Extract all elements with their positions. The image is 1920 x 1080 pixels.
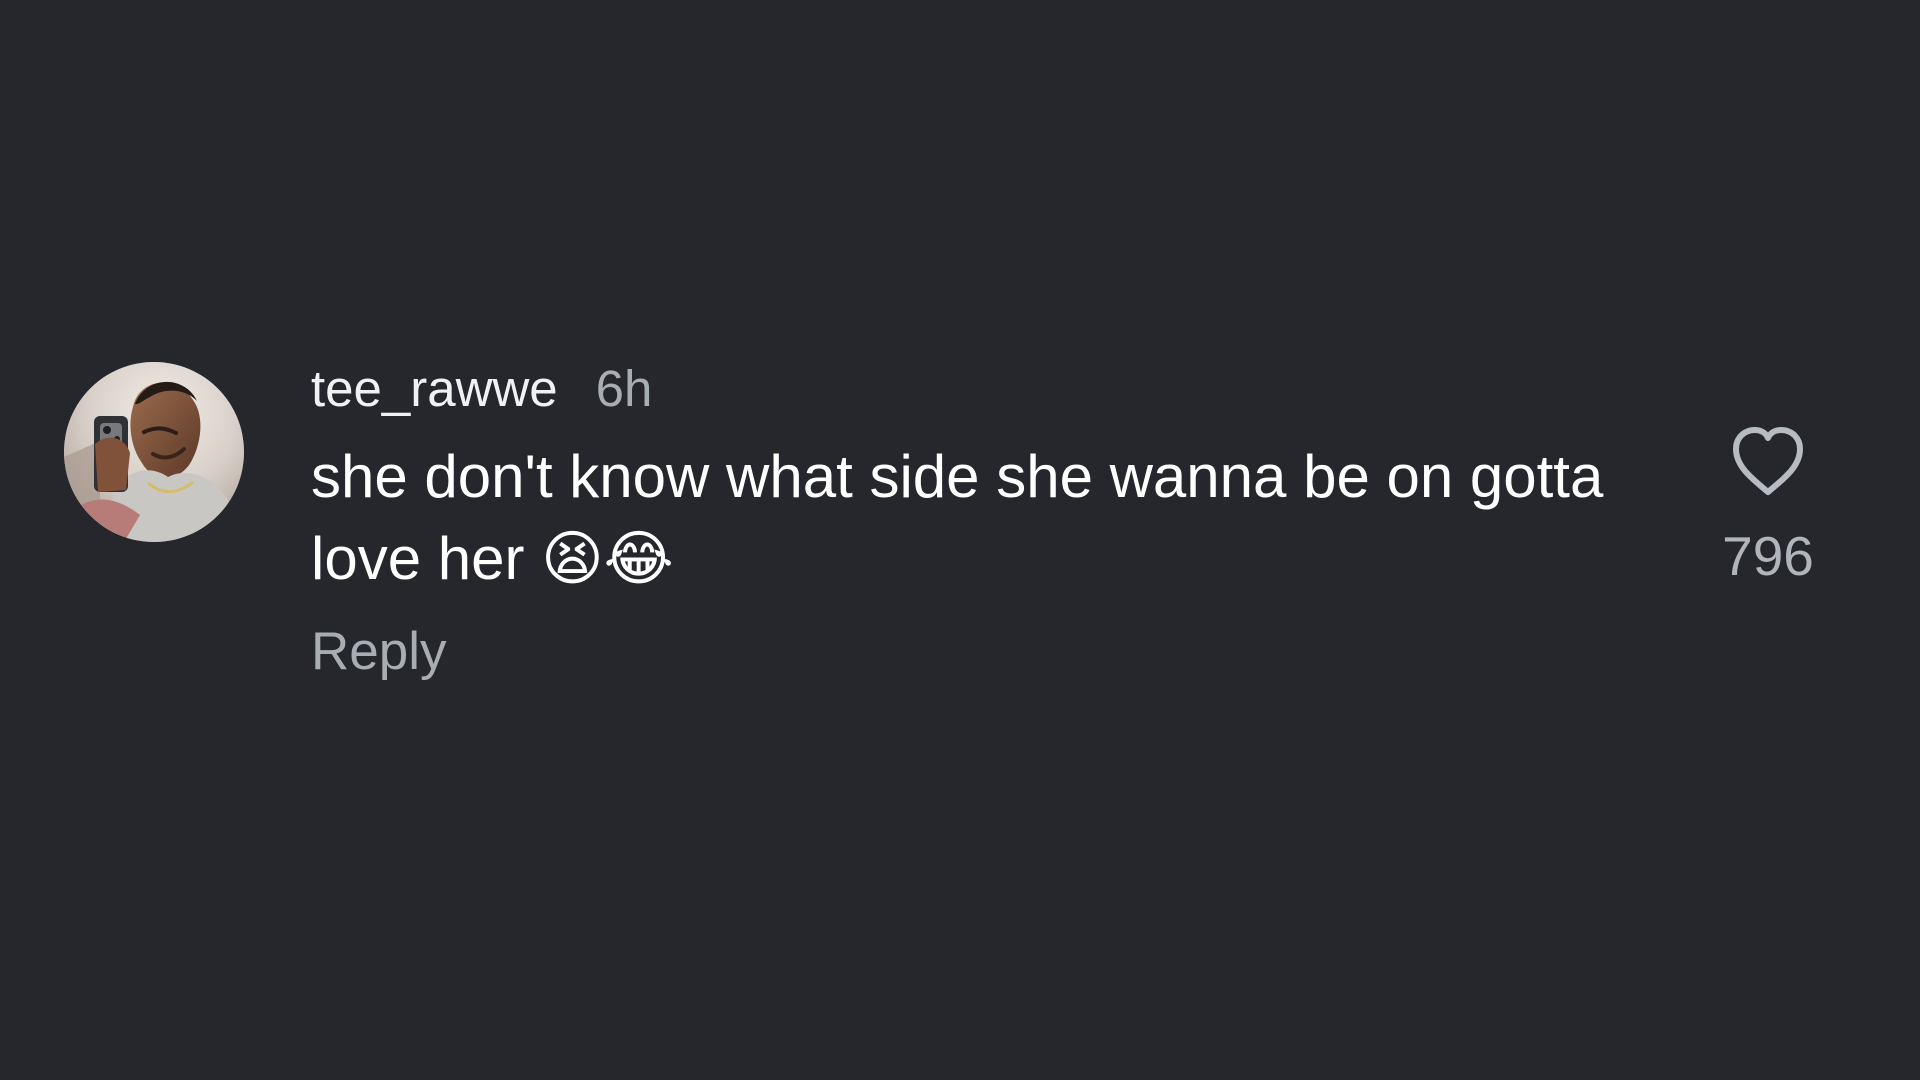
comment-screen: tee_rawwe 6h she don't know what side sh… bbox=[0, 0, 1920, 1080]
heart-outline-icon bbox=[1733, 427, 1803, 495]
like-area: 796 bbox=[1718, 420, 1818, 586]
comment-timestamp: 6h bbox=[595, 360, 653, 417]
like-count: 796 bbox=[1722, 525, 1814, 587]
comment-item: tee_rawwe 6h she don't know what side sh… bbox=[0, 0, 1920, 1080]
avatar[interactable] bbox=[64, 362, 244, 542]
avatar-image bbox=[64, 362, 244, 542]
reply-button[interactable]: Reply bbox=[311, 617, 447, 687]
comment-text: she don't know what side she wanna be on… bbox=[311, 443, 1604, 592]
like-button[interactable] bbox=[1726, 420, 1810, 504]
comment-content: tee_rawwe 6h she don't know what side sh… bbox=[311, 352, 1711, 687]
comment-meta: tee_rawwe 6h bbox=[311, 352, 1711, 426]
username-link[interactable]: tee_rawwe bbox=[311, 352, 558, 426]
